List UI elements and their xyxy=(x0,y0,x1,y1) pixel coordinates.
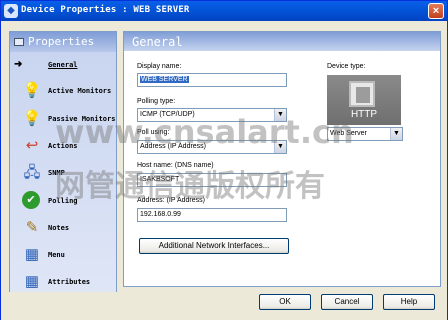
sidebar-item-label: Notes xyxy=(48,224,70,232)
device-properties-window: ◆ Device Properties : WEB SERVER × Prope… xyxy=(0,0,448,320)
help-button[interactable]: Help xyxy=(383,294,435,310)
address-value: 192.168.0.99 xyxy=(140,211,181,218)
host-name-value: ISAKBSOFT xyxy=(140,176,180,183)
ok-button[interactable]: OK xyxy=(259,294,311,310)
properties-icon xyxy=(14,38,24,46)
action-arrow-icon: ↩ xyxy=(25,137,39,154)
device-type-image: HTTP xyxy=(327,75,401,125)
device-type-select[interactable]: Web Server ▼ xyxy=(327,127,403,141)
sidebar-header: Properties xyxy=(10,32,116,52)
address-label: Address: (IP Address) xyxy=(137,197,205,204)
menu-icon: ▦ xyxy=(24,246,40,263)
additional-network-interfaces-button[interactable]: Additional Network Interfaces... xyxy=(139,238,289,254)
sidebar-item-general[interactable]: ➜ General xyxy=(10,52,116,78)
sidebar-item-label: SNMP xyxy=(48,169,65,177)
sidebar-item-polling[interactable]: ✔ Polling xyxy=(10,188,116,214)
sidebar-item-label: Active Monitors xyxy=(48,87,112,95)
host-name-label: Host name: (DNS name) xyxy=(137,162,214,169)
check-icon: ✔ xyxy=(22,191,40,209)
device-type-value: Web Server xyxy=(330,130,367,137)
lightbulb-icon: 💡 xyxy=(22,82,42,99)
cancel-button[interactable]: Cancel xyxy=(321,294,373,310)
sidebar-item-label: Actions xyxy=(48,142,78,150)
display-name-field[interactable]: WEB SERVER xyxy=(137,73,287,87)
lightbulb-icon: 💡 xyxy=(22,110,42,127)
network-icon: 🖧 xyxy=(23,164,41,181)
sidebar-item-label: Passive Monitors xyxy=(48,115,116,123)
poll-using-label: Poll using: xyxy=(137,129,170,136)
polling-type-value: ICMP (TCP/UDP) xyxy=(140,111,195,118)
app-icon: ◆ xyxy=(4,4,18,18)
attributes-icon: ▦ xyxy=(24,273,40,290)
sidebar-item-passive-monitors[interactable]: 💡 Passive Monitors xyxy=(10,106,116,132)
polling-type-select[interactable]: ICMP (TCP/UDP) ▼ xyxy=(137,108,287,122)
notes-icon: ✎ xyxy=(25,219,39,236)
poll-using-select[interactable]: Address (IP Address) ▼ xyxy=(137,140,287,154)
chevron-down-icon: ▼ xyxy=(274,109,286,121)
device-type-label: Device type: xyxy=(327,63,366,70)
sidebar-item-label: Polling xyxy=(48,197,78,205)
chevron-down-icon: ▼ xyxy=(390,128,402,140)
display-name-value: WEB SERVER xyxy=(140,76,189,83)
panel-header: General xyxy=(124,32,440,51)
sidebar-item-actions[interactable]: ↩ Actions xyxy=(10,133,116,159)
sidebar-header-title: Properties xyxy=(28,35,95,48)
poll-using-value: Address (IP Address) xyxy=(140,143,207,150)
display-name-label: Display name: xyxy=(137,63,182,70)
sidebar-item-label: Attributes xyxy=(48,278,91,286)
properties-sidebar: Properties ➜ General 💡 Active Monitors 💡… xyxy=(9,31,117,296)
arrow-icon: ➜ xyxy=(14,59,23,70)
sidebar-item-notes[interactable]: ✎ Notes xyxy=(10,215,116,241)
server-icon xyxy=(349,81,375,107)
window-title: Device Properties : WEB SERVER xyxy=(21,5,190,15)
device-image-caption: HTTP xyxy=(350,109,378,120)
dialog-button-bar: OK Cancel Help xyxy=(1,292,447,320)
close-button[interactable]: × xyxy=(428,3,444,19)
polling-type-label: Polling type: xyxy=(137,98,176,105)
host-name-field[interactable]: ISAKBSOFT xyxy=(137,173,287,187)
sidebar-item-label: Menu xyxy=(48,251,65,259)
sidebar-item-snmp[interactable]: 🖧 SNMP xyxy=(10,160,116,186)
address-field[interactable]: 192.168.0.99 xyxy=(137,208,287,222)
chevron-down-icon: ▼ xyxy=(274,141,286,153)
sidebar-item-label: General xyxy=(48,61,78,69)
title-bar[interactable]: ◆ Device Properties : WEB SERVER × xyxy=(1,1,447,21)
sidebar-item-menu[interactable]: ▦ Menu xyxy=(10,242,116,268)
sidebar-item-active-monitors[interactable]: 💡 Active Monitors xyxy=(10,78,116,104)
